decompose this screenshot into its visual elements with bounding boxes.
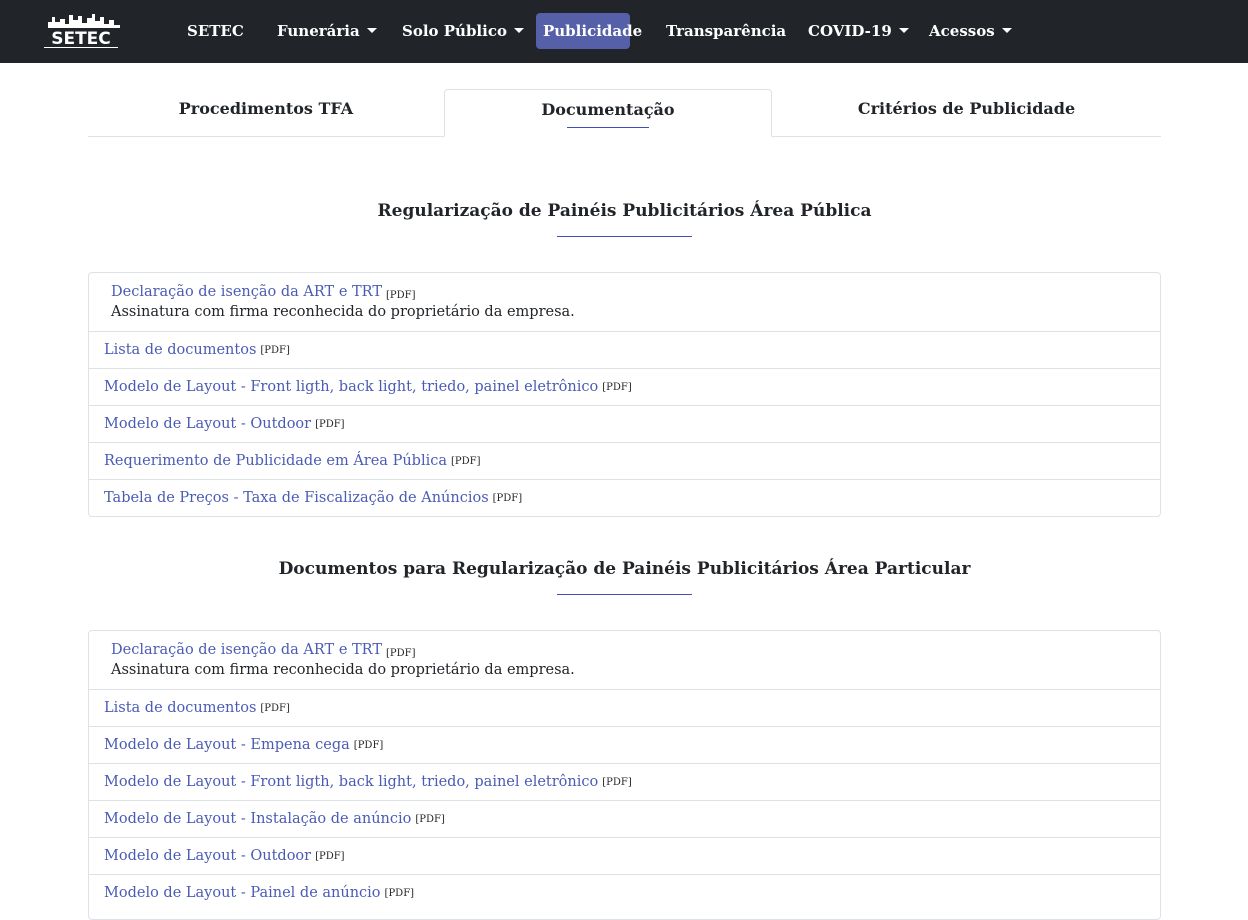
list-item: Modelo de Layout - Outdoor [PDF]	[89, 405, 1160, 442]
nav-funeraria-dropdown[interactable]: Funerária	[270, 13, 384, 49]
pdf-tag: [PDF]	[386, 290, 416, 301]
document-link[interactable]: Lista de documentos	[104, 700, 256, 716]
nav-publicidade[interactable]: Publicidade	[536, 13, 642, 49]
document-link[interactable]: Lista de documentos	[104, 342, 256, 358]
document-link[interactable]: Modelo de Layout - Front ligth, back lig…	[104, 379, 598, 395]
caret-down-icon	[513, 28, 524, 33]
section-title-area-particular: Documentos para Regularização de Painéis…	[278, 559, 971, 579]
tab-bar: Procedimentos TFA Documentação Critérios…	[88, 89, 1161, 137]
document-link[interactable]: Modelo de Layout - Painel de anúncio	[104, 885, 381, 901]
pdf-tag: [PDF]	[450, 455, 481, 467]
document-link[interactable]: Declaração de isenção da ART e TRT	[111, 284, 382, 300]
document-link[interactable]: Requerimento de Publicidade em Área Públ…	[104, 453, 447, 469]
nav-transparencia[interactable]: Transparência	[659, 13, 793, 49]
pdf-tag: [PDF]	[384, 887, 415, 899]
document-link[interactable]: Modelo de Layout - Front ligth, back lig…	[104, 774, 598, 790]
pdf-tag: [PDF]	[415, 813, 445, 825]
section-title-area-publica: Regularização de Painéis Publicitários Á…	[377, 201, 872, 221]
pdf-tag: [PDF]	[315, 850, 345, 862]
list-item: Modelo de Layout - Front ligth, back lig…	[89, 763, 1160, 800]
list-item: Modelo de Layout - Painel de anúncio [PDF…	[89, 874, 1160, 911]
list-item: Declaração de isenção da ART e TRT [PDF] …	[89, 273, 1160, 331]
pdf-tag: [PDF]	[602, 776, 632, 788]
caret-down-icon	[1001, 28, 1012, 33]
caret-down-icon	[366, 28, 377, 33]
pdf-tag: [PDF]	[386, 648, 416, 659]
list-item: Requerimento de Publicidade em Área Públ…	[89, 442, 1160, 479]
tab-procedimentos-tfa[interactable]: Procedimentos TFA	[88, 89, 444, 137]
document-link[interactable]: Modelo de Layout - Outdoor	[104, 848, 311, 864]
pdf-tag: [PDF]	[260, 344, 290, 356]
document-link[interactable]: Modelo de Layout - Outdoor	[104, 416, 311, 432]
list-item: Lista de documentos [PDF]	[89, 331, 1160, 368]
list-item: Modelo de Layout - Front ligth, back lig…	[89, 368, 1160, 405]
pdf-tag: [PDF]	[260, 702, 290, 714]
list-item: Lista de documentos [PDF]	[89, 689, 1160, 726]
logo-text: SETEC	[51, 29, 111, 49]
document-list-area-particular: Declaração de isenção da ART e TRT [PDF] …	[88, 630, 1161, 920]
list-item: Modelo de Layout - Empena cega [PDF]	[89, 726, 1160, 763]
section-divider	[557, 236, 692, 237]
pdf-tag: [PDF]	[492, 492, 523, 504]
nav-acessos-dropdown[interactable]: Acessos	[922, 13, 1019, 49]
list-item: Tabela de Preços - Taxa de Fiscalização …	[89, 479, 1160, 516]
document-link[interactable]: Tabela de Preços - Taxa de Fiscalização …	[104, 490, 489, 506]
document-note: Assinatura com firma reconhecida do prop…	[111, 304, 575, 320]
document-link[interactable]: Declaração de isenção da ART e TRT	[111, 642, 382, 658]
document-list-area-publica: Declaração de isenção da ART e TRT [PDF] …	[88, 272, 1161, 517]
nav-covid-dropdown[interactable]: COVID-19	[801, 13, 916, 49]
document-link[interactable]: Modelo de Layout - Instalação de anúncio	[104, 811, 411, 827]
list-item: Declaração de isenção da ART e TRT [PDF] …	[89, 631, 1160, 689]
document-note: Assinatura com firma reconhecida do prop…	[111, 662, 575, 678]
active-tab-underline	[567, 127, 649, 128]
nav-setec[interactable]: SETEC	[180, 13, 251, 49]
pdf-tag: [PDF]	[602, 381, 632, 393]
pdf-tag: [PDF]	[315, 418, 345, 430]
caret-down-icon	[898, 28, 909, 33]
setec-logo[interactable]: SETEC	[38, 12, 124, 50]
document-link[interactable]: Modelo de Layout - Empena cega	[104, 737, 350, 753]
tab-criterios-publicidade[interactable]: Critérios de Publicidade	[772, 89, 1161, 137]
pdf-tag: [PDF]	[353, 739, 384, 751]
top-navbar: SETEC SETEC Funerária Solo Público Publi…	[0, 0, 1248, 63]
section-divider	[557, 594, 692, 595]
list-item: Modelo de Layout - Instalação de anúncio…	[89, 800, 1160, 837]
nav-solo-publico-dropdown[interactable]: Solo Público	[395, 13, 531, 49]
tab-documentacao[interactable]: Documentação	[444, 89, 772, 137]
list-item: Modelo de Layout - Outdoor [PDF]	[89, 837, 1160, 874]
